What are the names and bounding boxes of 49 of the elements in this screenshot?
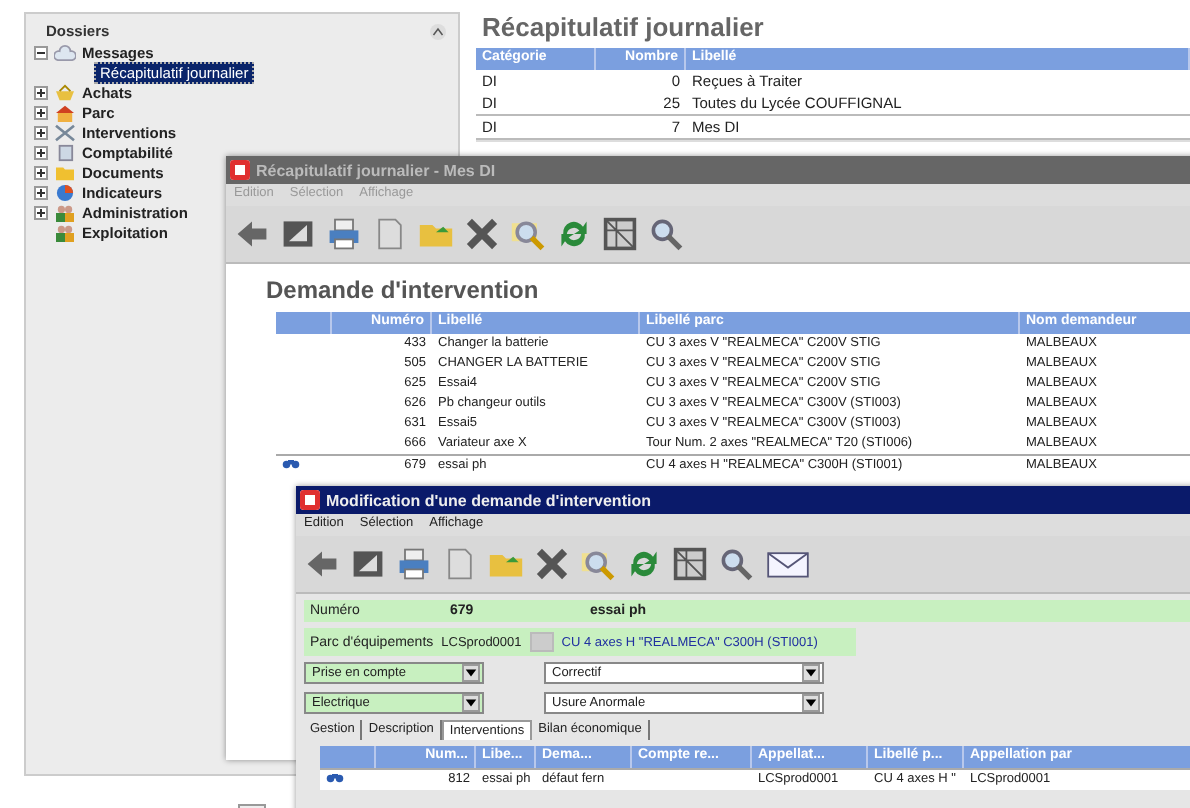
app-icon [300,490,320,510]
grid-icon[interactable] [672,546,708,582]
close-icon[interactable] [534,546,570,582]
print-icon[interactable] [396,546,432,582]
dropdown-arrow-icon[interactable] [462,694,480,712]
back-arrow-icon[interactable] [304,546,340,582]
app-icon [230,160,250,180]
basket-icon [54,83,76,101]
pie-chart-icon [54,183,76,201]
cloud-icon [54,43,76,61]
dropdown-arrow-icon[interactable] [802,664,820,682]
close-icon[interactable] [464,216,500,252]
expand-toggle[interactable] [34,185,48,199]
list-heading: Demande d'intervention [266,276,541,304]
refresh-icon[interactable] [556,216,592,252]
expand-toggle[interactable] [34,145,48,159]
expand-toggle[interactable] [34,165,48,179]
collapse-toggle[interactable] [34,45,48,59]
binoculars-icon [282,456,300,470]
envelope-icon[interactable] [764,546,812,582]
document-icon[interactable] [442,546,478,582]
window-title: Modification d'une demande d'intervention [326,491,651,509]
dropdown-arrow-icon[interactable] [462,664,480,682]
people-icon [54,223,76,241]
section-title: Récapitulatif journalier [482,12,766,42]
document-icon[interactable] [372,216,408,252]
window-title: Récapitulatif journalier - Mes DI [256,161,496,179]
expand-toggle[interactable] [34,205,48,219]
save-icon[interactable] [350,546,386,582]
magnifier-icon[interactable] [510,216,546,252]
people-icon [54,203,76,221]
grid-icon[interactable] [602,216,638,252]
expand-toggle[interactable] [34,105,48,119]
print-icon[interactable] [326,216,362,252]
dropdown-arrow-icon[interactable] [802,694,820,712]
collapse-button[interactable] [430,23,446,39]
book-icon [54,143,76,161]
magnifier-icon[interactable] [580,546,616,582]
search-icon[interactable] [718,546,754,582]
expand-toggle[interactable] [34,125,48,139]
refresh-icon[interactable] [626,546,662,582]
back-arrow-icon[interactable] [234,216,270,252]
tools-icon [54,123,76,141]
save-icon[interactable] [280,216,316,252]
binoculars-icon [326,770,344,784]
expand-toggle[interactable] [34,85,48,99]
folder-icon [54,163,76,181]
house-icon [54,103,76,121]
search-icon[interactable] [648,216,684,252]
